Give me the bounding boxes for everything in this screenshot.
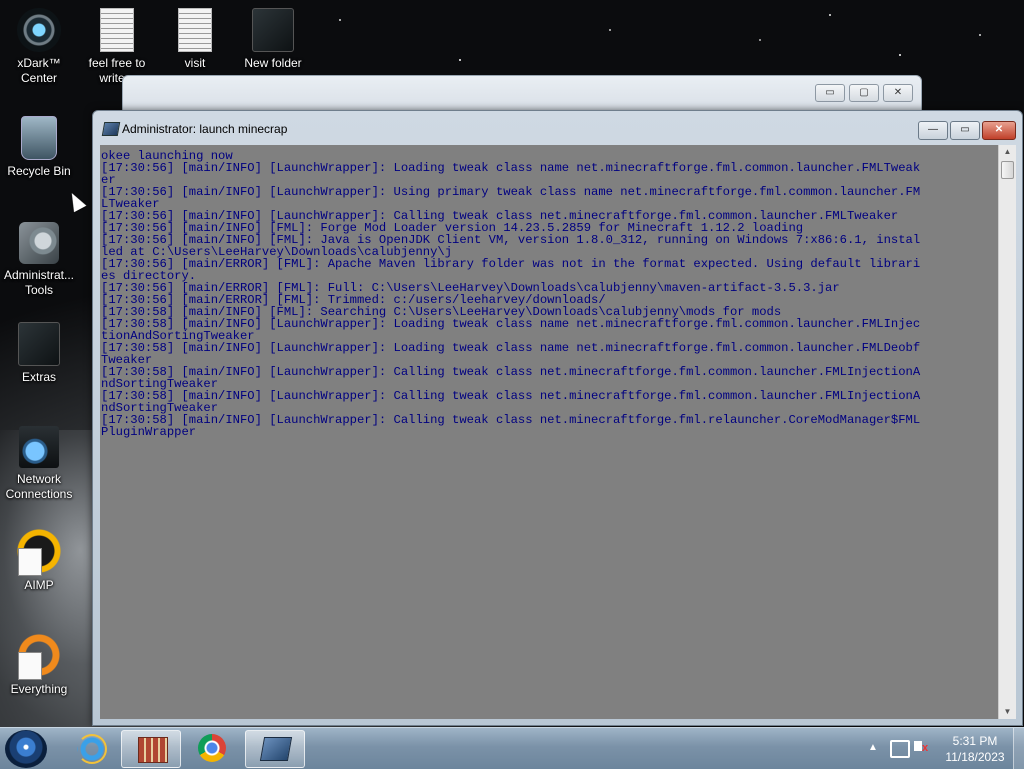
taskbar-archive-app[interactable] xyxy=(121,730,181,768)
shortcut-icon xyxy=(18,652,42,680)
console-output[interactable]: okee launching now [17:30:56] [main/INFO… xyxy=(100,145,998,719)
system-clock[interactable]: 5:31 PM 11/18/2023 xyxy=(940,733,1010,765)
show-hidden-icons-button[interactable]: ▲ xyxy=(868,742,878,753)
background-maximize-button[interactable]: ▢ xyxy=(849,84,879,102)
command-prompt-icon xyxy=(101,122,121,136)
aimp-icon xyxy=(16,528,62,576)
desktop-icon-label: Network Connections xyxy=(5,472,73,501)
internet-explorer-icon xyxy=(77,734,107,764)
network-icon xyxy=(19,426,59,468)
maximize-button[interactable]: ▭ xyxy=(950,121,980,140)
scroll-up-icon[interactable]: ▲ xyxy=(999,145,1016,159)
desktop-icon-label: New folder xyxy=(244,56,302,70)
command-prompt-icon xyxy=(259,737,293,761)
desktop-icon-recycle-bin[interactable]: Recycle Bin xyxy=(0,116,78,179)
desktop-icon-label: Recycle Bin xyxy=(7,164,71,178)
desktop-icon-extras[interactable]: Extras xyxy=(0,322,78,385)
console-titlebar[interactable]: Administrator: launch minecrap — ▭ ✕ xyxy=(93,111,1022,145)
taskbar-chrome[interactable] xyxy=(182,730,240,766)
document-icon xyxy=(178,8,212,52)
show-desktop-button[interactable] xyxy=(1013,728,1024,769)
recycle-bin-icon xyxy=(21,116,57,160)
desktop-icon-everything[interactable]: Everything xyxy=(0,632,78,697)
mouse-cursor-icon xyxy=(65,189,87,213)
clock-date: 11/18/2023 xyxy=(945,750,1005,764)
console-text: okee launching now [17:30:56] [main/INFO… xyxy=(101,149,921,439)
taskbar: ▲ x 5:31 PM 11/18/2023 xyxy=(0,727,1024,769)
desktop-icon-label: Administrat... Tools xyxy=(3,268,75,297)
xdark-icon xyxy=(17,8,61,52)
chrome-icon xyxy=(198,734,226,762)
scroll-thumb[interactable] xyxy=(1001,161,1014,179)
taskbar-internet-explorer[interactable] xyxy=(60,730,118,766)
volume-muted-icon[interactable]: x xyxy=(914,738,928,754)
desktop-icon-aimp[interactable]: AIMP xyxy=(0,528,78,593)
background-minimize-button[interactable]: ▭ xyxy=(815,84,845,102)
window-title: Administrator: launch minecrap xyxy=(122,122,288,136)
archive-icon xyxy=(138,737,168,763)
console-window[interactable]: Administrator: launch minecrap — ▭ ✕ oke… xyxy=(92,110,1023,726)
desktop-icon-network-connections[interactable]: Network Connections xyxy=(0,426,78,502)
folder-icon xyxy=(18,322,60,366)
desktop-icon-new-folder[interactable]: New folder xyxy=(234,8,312,71)
document-icon xyxy=(100,8,134,52)
vertical-scrollbar[interactable]: ▲ ▼ xyxy=(998,145,1016,719)
desktop-icon-label: xDark™ Center xyxy=(17,56,61,85)
tools-icon xyxy=(19,222,59,264)
close-button[interactable]: ✕ xyxy=(982,121,1016,140)
shortcut-icon xyxy=(18,548,42,576)
everything-icon xyxy=(16,632,62,680)
minimize-button[interactable]: — xyxy=(918,121,948,140)
desktop-icon-label: AIMP xyxy=(24,578,54,592)
folder-icon xyxy=(252,8,294,52)
desktop-icon-label: Everything xyxy=(10,682,68,696)
desktop-icon-visit[interactable]: visit xyxy=(156,8,234,71)
taskbar-command-prompt[interactable] xyxy=(245,730,305,768)
desktop-icon-administrative-tools[interactable]: Administrat... Tools xyxy=(0,222,78,298)
start-button[interactable] xyxy=(5,730,47,768)
desktop-icon-label: Extras xyxy=(21,370,56,384)
clock-time: 5:31 PM xyxy=(952,734,998,748)
desktop-icon-xdark-center[interactable]: xDark™ Center xyxy=(0,8,78,86)
network-tray-icon[interactable] xyxy=(890,740,910,758)
scroll-down-icon[interactable]: ▼ xyxy=(999,705,1016,719)
desktop-icon-label: visit xyxy=(184,56,206,70)
background-close-button[interactable]: ✕ xyxy=(883,84,913,102)
